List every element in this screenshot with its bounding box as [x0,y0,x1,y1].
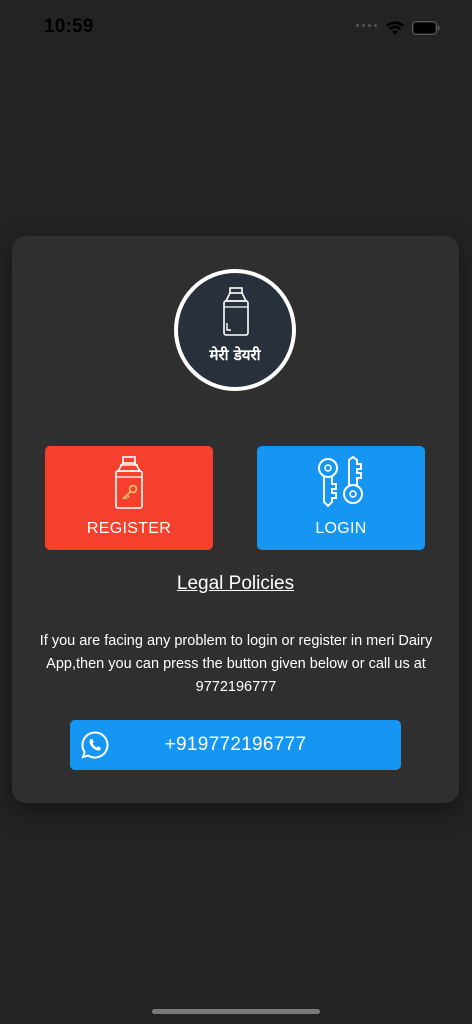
battery-icon [412,21,440,35]
status-time: 10:59 [44,16,94,37]
status-bar: 10:59 [0,0,472,56]
help-text: If you are facing any problem to login o… [39,633,433,695]
logo-text: मेरी डेयरी [209,346,261,364]
keys-icon [318,456,363,508]
wifi-icon [385,21,405,35]
home-indicator[interactable] [152,1009,320,1014]
login-label: LOGIN [315,520,367,537]
register-button[interactable]: REGISTER [45,446,213,550]
legal-policies-link[interactable]: Legal Policies [12,573,459,595]
app-logo: मेरी डेयरी [174,269,296,391]
signal-dots-icon [356,24,377,27]
screen: 10:59 मेरी डेयरी REGISTER LOGIN Legal Po… [0,0,472,1024]
register-label: REGISTER [86,520,172,537]
login-button[interactable]: LOGIN [257,446,425,550]
whatsapp-call-button[interactable]: +919772196777 [70,720,401,770]
auth-card: मेरी डेयरी REGISTER LOGIN Legal Policies… [12,236,459,803]
milk-can-icon [223,287,249,336]
milk-can-key-icon [115,456,143,509]
whatsapp-phone-label: +919772196777 [164,734,307,755]
